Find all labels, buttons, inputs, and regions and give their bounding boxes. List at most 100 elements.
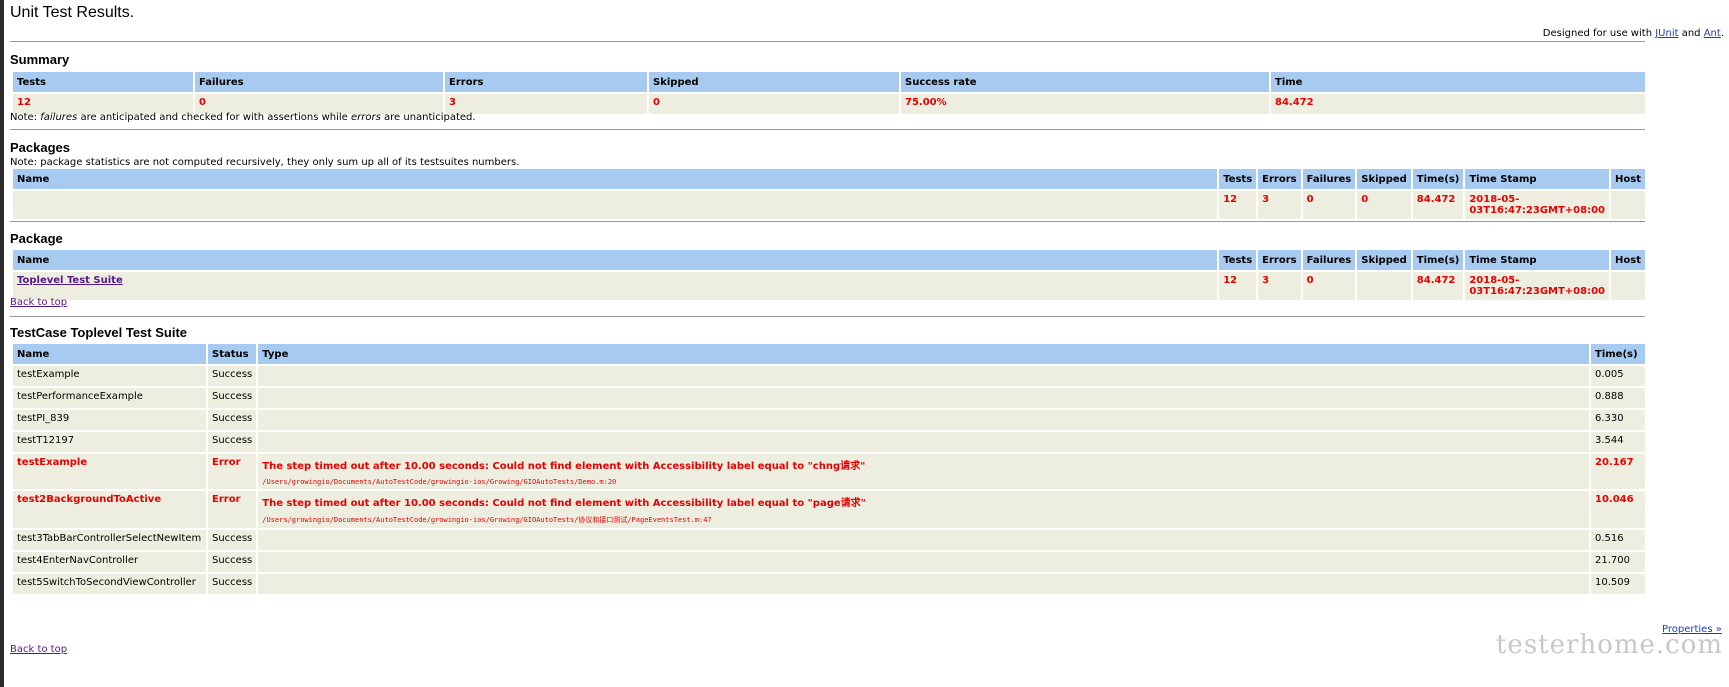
summary-note: Note: failures are anticipated and check… — [10, 112, 476, 123]
test-time: 3.544 — [1591, 432, 1645, 452]
designed-and: and — [1678, 28, 1704, 39]
back-to-top-link[interactable]: Back to top — [10, 297, 67, 308]
col-name: Name — [13, 250, 1218, 270]
window-edge — [0, 0, 4, 687]
package-name — [13, 191, 1218, 219]
test-name: test2BackgroundToActive — [13, 491, 206, 528]
summary-header-row: Tests Failures Errors Skipped Success ra… — [13, 72, 1645, 92]
summary-tests-value: 12 — [13, 94, 193, 114]
test-type — [258, 388, 1589, 408]
designed-prefix: Designed for use with — [1542, 28, 1656, 39]
testcase-table: Name Status Type Time(s) testExample Suc… — [11, 342, 1647, 596]
package-time: 84.472 — [1412, 272, 1464, 300]
table-row: test3TabBarControllerSelectNewItem Succe… — [13, 530, 1645, 550]
table-row: test5SwitchToSecondViewController Succes… — [13, 574, 1645, 594]
back-to-top-link[interactable]: Back to top — [10, 644, 67, 655]
test-time: 20.167 — [1591, 454, 1645, 489]
col-time: Time(s) — [1412, 169, 1464, 189]
package-heading: Package — [10, 231, 63, 246]
summary-success-rate-value: 75.00% — [901, 94, 1269, 114]
package-errors: 3 — [1258, 191, 1301, 219]
summary-skipped-value: 0 — [649, 94, 899, 114]
col-status: Status — [208, 344, 257, 364]
test-status: Success — [208, 410, 257, 430]
col-failures: Failures — [195, 72, 443, 92]
package-skipped: 0 — [1357, 191, 1411, 219]
test-status: Success — [208, 552, 257, 572]
package-table: Name Tests Errors Failures Skipped Time(… — [11, 248, 1647, 302]
package-tests: 12 — [1219, 272, 1257, 300]
test-time: 0.888 — [1591, 388, 1645, 408]
test-time: 0.005 — [1591, 366, 1645, 386]
col-success-rate: Success rate — [901, 72, 1269, 92]
package-time-stamp: 2018-05-03T16:47:23GMT+08:00 — [1465, 272, 1610, 300]
ant-link[interactable]: Ant — [1704, 28, 1721, 39]
test-status: Success — [208, 432, 257, 452]
table-row-error: testExample Error The step timed out aft… — [13, 454, 1645, 489]
test-type-cell: The step timed out after 10.00 seconds: … — [258, 491, 1589, 528]
col-errors: Errors — [1258, 169, 1301, 189]
test-type — [258, 574, 1589, 594]
test-name: testExample — [13, 366, 206, 386]
toplevel-suite-link[interactable]: Toplevel Test Suite — [17, 275, 123, 286]
test-name: testT12197 — [13, 432, 206, 452]
packages-table: Name Tests Errors Failures Skipped Time(… — [11, 167, 1647, 221]
summary-failures-value: 0 — [195, 94, 443, 114]
package-failures: 0 — [1302, 272, 1356, 300]
col-time-stamp: Time Stamp — [1465, 250, 1610, 270]
table-row: test4EnterNavController Success 21.700 — [13, 552, 1645, 572]
package-time-stamp: 2018-05-03T16:47:23GMT+08:00 — [1465, 191, 1610, 219]
packages-row: 12 3 0 0 84.472 2018-05-03T16:47:23GMT+0… — [13, 191, 1645, 219]
col-errors: Errors — [1258, 250, 1301, 270]
summary-time-value: 84.472 — [1271, 94, 1645, 114]
note-errors: errors — [351, 112, 381, 123]
table-row: testPerformanceExample Success 0.888 — [13, 388, 1645, 408]
note-suffix: are unanticipated. — [380, 112, 476, 123]
test-type — [258, 366, 1589, 386]
testcase-header-row: Name Status Type Time(s) — [13, 344, 1645, 364]
package-name-cell: Toplevel Test Suite — [13, 272, 1218, 300]
package-errors: 3 — [1258, 272, 1301, 300]
test-name: test3TabBarControllerSelectNewItem — [13, 530, 206, 550]
test-time: 0.516 — [1591, 530, 1645, 550]
summary-values-row: 12 0 3 0 75.00% 84.472 — [13, 94, 1645, 114]
note-failures: failures — [40, 112, 78, 123]
test-time: 10.046 — [1591, 491, 1645, 528]
col-skipped: Skipped — [1357, 169, 1411, 189]
error-trace: /Users/growingio/Documents/AutoTestCode/… — [262, 516, 712, 524]
package-host — [1611, 272, 1645, 300]
packages-header-row: Name Tests Errors Failures Skipped Time(… — [13, 169, 1645, 189]
summary-table: Tests Failures Errors Skipped Success ra… — [11, 70, 1647, 116]
error-message: The step timed out after 10.00 seconds: … — [262, 461, 866, 472]
error-trace: /Users/growingio/Documents/AutoTestCode/… — [262, 478, 617, 486]
test-type — [258, 552, 1589, 572]
test-status: Error — [208, 491, 257, 528]
col-skipped: Skipped — [1357, 250, 1411, 270]
package-header-row: Name Tests Errors Failures Skipped Time(… — [13, 250, 1645, 270]
testcase-heading: TestCase Toplevel Test Suite — [10, 325, 187, 340]
col-time: Time(s) — [1591, 344, 1645, 364]
col-skipped: Skipped — [649, 72, 899, 92]
package-row: Toplevel Test Suite 12 3 0 84.472 2018-0… — [13, 272, 1645, 300]
col-type: Type — [258, 344, 1589, 364]
col-tests: Tests — [1219, 169, 1257, 189]
col-name: Name — [13, 169, 1218, 189]
package-skipped — [1357, 272, 1411, 300]
table-row: testPI_839 Success 6.330 — [13, 410, 1645, 430]
col-host: Host — [1611, 169, 1645, 189]
test-time: 10.509 — [1591, 574, 1645, 594]
col-failures: Failures — [1302, 169, 1356, 189]
col-host: Host — [1611, 250, 1645, 270]
test-name: test5SwitchToSecondViewController — [13, 574, 206, 594]
col-errors: Errors — [445, 72, 647, 92]
test-time: 6.330 — [1591, 410, 1645, 430]
divider — [10, 41, 1645, 42]
package-time: 84.472 — [1412, 191, 1464, 219]
test-name: testPI_839 — [13, 410, 206, 430]
error-message: The step timed out after 10.00 seconds: … — [262, 498, 866, 509]
junit-link[interactable]: JUnit — [1655, 28, 1678, 39]
divider — [10, 221, 1645, 222]
test-type — [258, 432, 1589, 452]
summary-errors-value: 3 — [445, 94, 647, 114]
packages-heading: Packages — [10, 140, 70, 155]
